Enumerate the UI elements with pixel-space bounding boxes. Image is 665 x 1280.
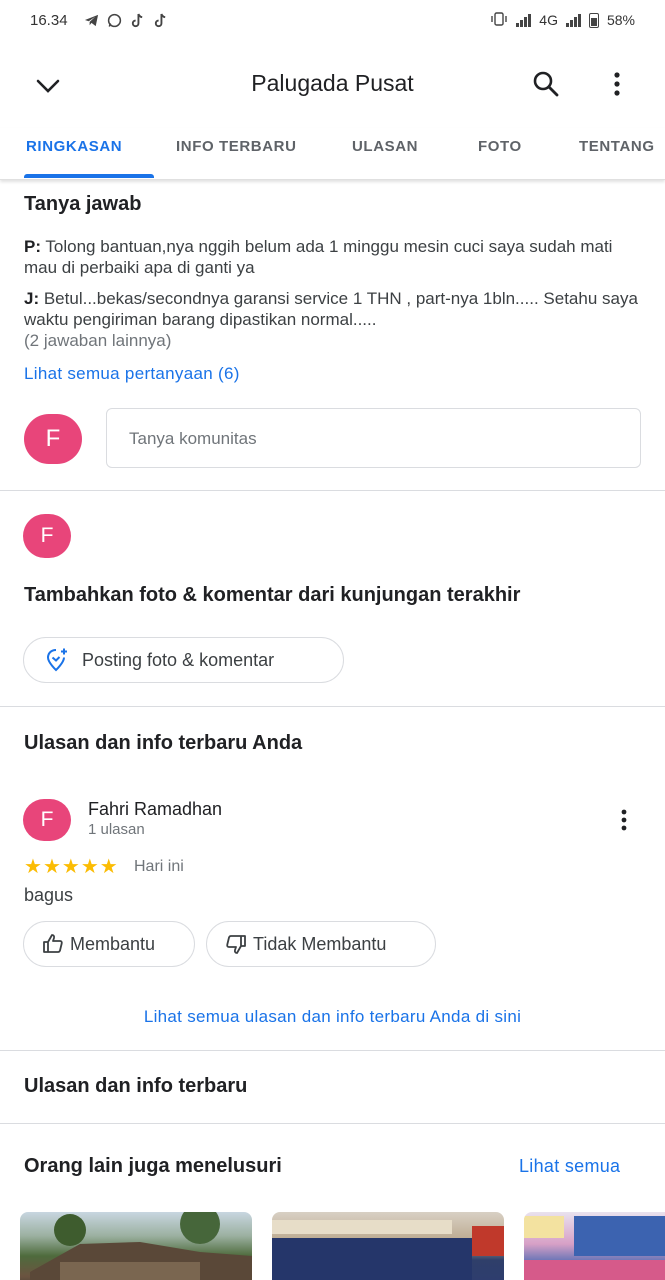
your-reviews-title: Ulasan dan info terbaru Anda — [24, 732, 303, 754]
more-vert-icon — [621, 809, 627, 831]
latest-reviews-title: Ulasan dan info terbaru — [24, 1075, 248, 1097]
reviewer-review-count: 1 ulasan — [88, 821, 145, 838]
answer-text: Betul...bekas/secondnya garansi service … — [24, 289, 638, 329]
more-vert-icon — [614, 72, 620, 96]
question-text: Tolong bantuan,nya nggih belum ada 1 min… — [24, 237, 613, 277]
divider — [0, 1123, 665, 1124]
helpful-label: Membantu — [70, 933, 156, 954]
thumb-up-icon — [43, 934, 63, 953]
battery-icon — [588, 12, 599, 28]
review-date: Hari ini — [134, 858, 184, 875]
active-tab-indicator — [24, 174, 154, 178]
status-bar: 16.34 4G 58% — [0, 0, 665, 40]
telegram-icon — [84, 13, 99, 28]
answer-prefix: J: — [24, 289, 40, 308]
divider — [0, 490, 665, 491]
whatsapp-icon — [107, 13, 122, 28]
not-helpful-label: Tidak Membantu — [253, 933, 387, 954]
more-answers[interactable]: (2 jawaban lainnya) — [24, 330, 644, 351]
tab-info-terbaru[interactable]: INFO TERBARU — [176, 138, 297, 155]
divider — [0, 1050, 665, 1051]
place-thumbnail[interactable] — [20, 1212, 252, 1280]
page-title: Palugada Pusat — [251, 70, 414, 96]
signal-icon — [565, 13, 581, 27]
place-photo — [524, 1216, 665, 1280]
avatar: F — [24, 414, 82, 464]
post-photo-label: Posting foto & komentar — [82, 649, 275, 670]
star-icon: ★ — [80, 856, 99, 878]
not-helpful-button[interactable]: Tidak Membantu — [206, 921, 436, 967]
tab-ulasan[interactable]: ULASAN — [352, 138, 418, 155]
search-icon — [533, 71, 559, 97]
place-thumbnail[interactable] — [524, 1212, 665, 1280]
qa-title: Tanya jawab — [24, 193, 142, 215]
star-icon: ★ — [24, 856, 42, 878]
qa-question: P: Tolong bantuan,nya nggih belum ada 1 … — [24, 236, 644, 278]
thumb-down-icon — [226, 935, 246, 954]
see-all-questions-link[interactable]: Lihat semua pertanyaan (6) — [24, 364, 240, 384]
status-time: 16.34 — [30, 11, 68, 29]
review-more-options-button[interactable] — [612, 806, 636, 836]
vibrate-icon — [490, 11, 508, 29]
app-bar: Palugada Pusat — [0, 48, 665, 120]
tiktok-icon — [130, 13, 145, 28]
qa-answer[interactable]: J: Betul...bekas/secondnya garansi servi… — [24, 288, 644, 351]
more-options-button[interactable] — [605, 68, 629, 100]
add-location-icon — [46, 648, 67, 672]
system-icons: 4G 58% — [490, 11, 635, 29]
helpful-button[interactable]: Membantu — [23, 921, 195, 967]
review-text: bagus — [24, 885, 74, 905]
reviewer-avatar[interactable]: F — [23, 799, 71, 841]
see-all-your-reviews-link[interactable]: Lihat semua ulasan dan info terbaru Anda… — [0, 1007, 665, 1027]
see-all-link[interactable]: Lihat semua — [519, 1156, 620, 1177]
ask-community-input[interactable]: Tanya komunitas — [106, 408, 641, 468]
place-photo — [30, 1212, 252, 1280]
star-rating: ★ ★ ★ ★ ★ — [24, 856, 118, 878]
also-searched-title: Orang lain juga menelusuri — [24, 1155, 282, 1177]
star-icon: ★ — [61, 856, 80, 878]
tiktok-icon — [153, 13, 168, 28]
battery-level: 58% — [606, 12, 635, 28]
search-button[interactable] — [530, 68, 562, 100]
star-icon: ★ — [42, 856, 61, 878]
signal-icon — [516, 13, 532, 27]
tab-tentang[interactable]: TENTANG — [579, 138, 655, 155]
tab-ringkasan[interactable]: RINGKASAN — [26, 138, 122, 155]
add-photo-title: Tambahkan foto & komentar dari kunjungan… — [24, 584, 521, 606]
place-thumbnail[interactable] — [272, 1212, 504, 1280]
tab-foto[interactable]: FOTO — [478, 138, 522, 155]
star-icon: ★ — [99, 856, 118, 878]
tab-bar: RINGKASAN INFO TERBARU ULASAN FOTO TENTA… — [0, 128, 665, 180]
question-prefix: P: — [24, 237, 41, 256]
post-photo-comment-button[interactable]: Posting foto & komentar — [23, 637, 344, 683]
notification-icons — [84, 13, 168, 28]
place-photo — [272, 1220, 504, 1280]
avatar: F — [23, 514, 71, 558]
reviewer-name[interactable]: Fahri Ramadhan — [88, 799, 222, 820]
divider — [0, 706, 665, 707]
network-type: 4G — [539, 12, 558, 28]
